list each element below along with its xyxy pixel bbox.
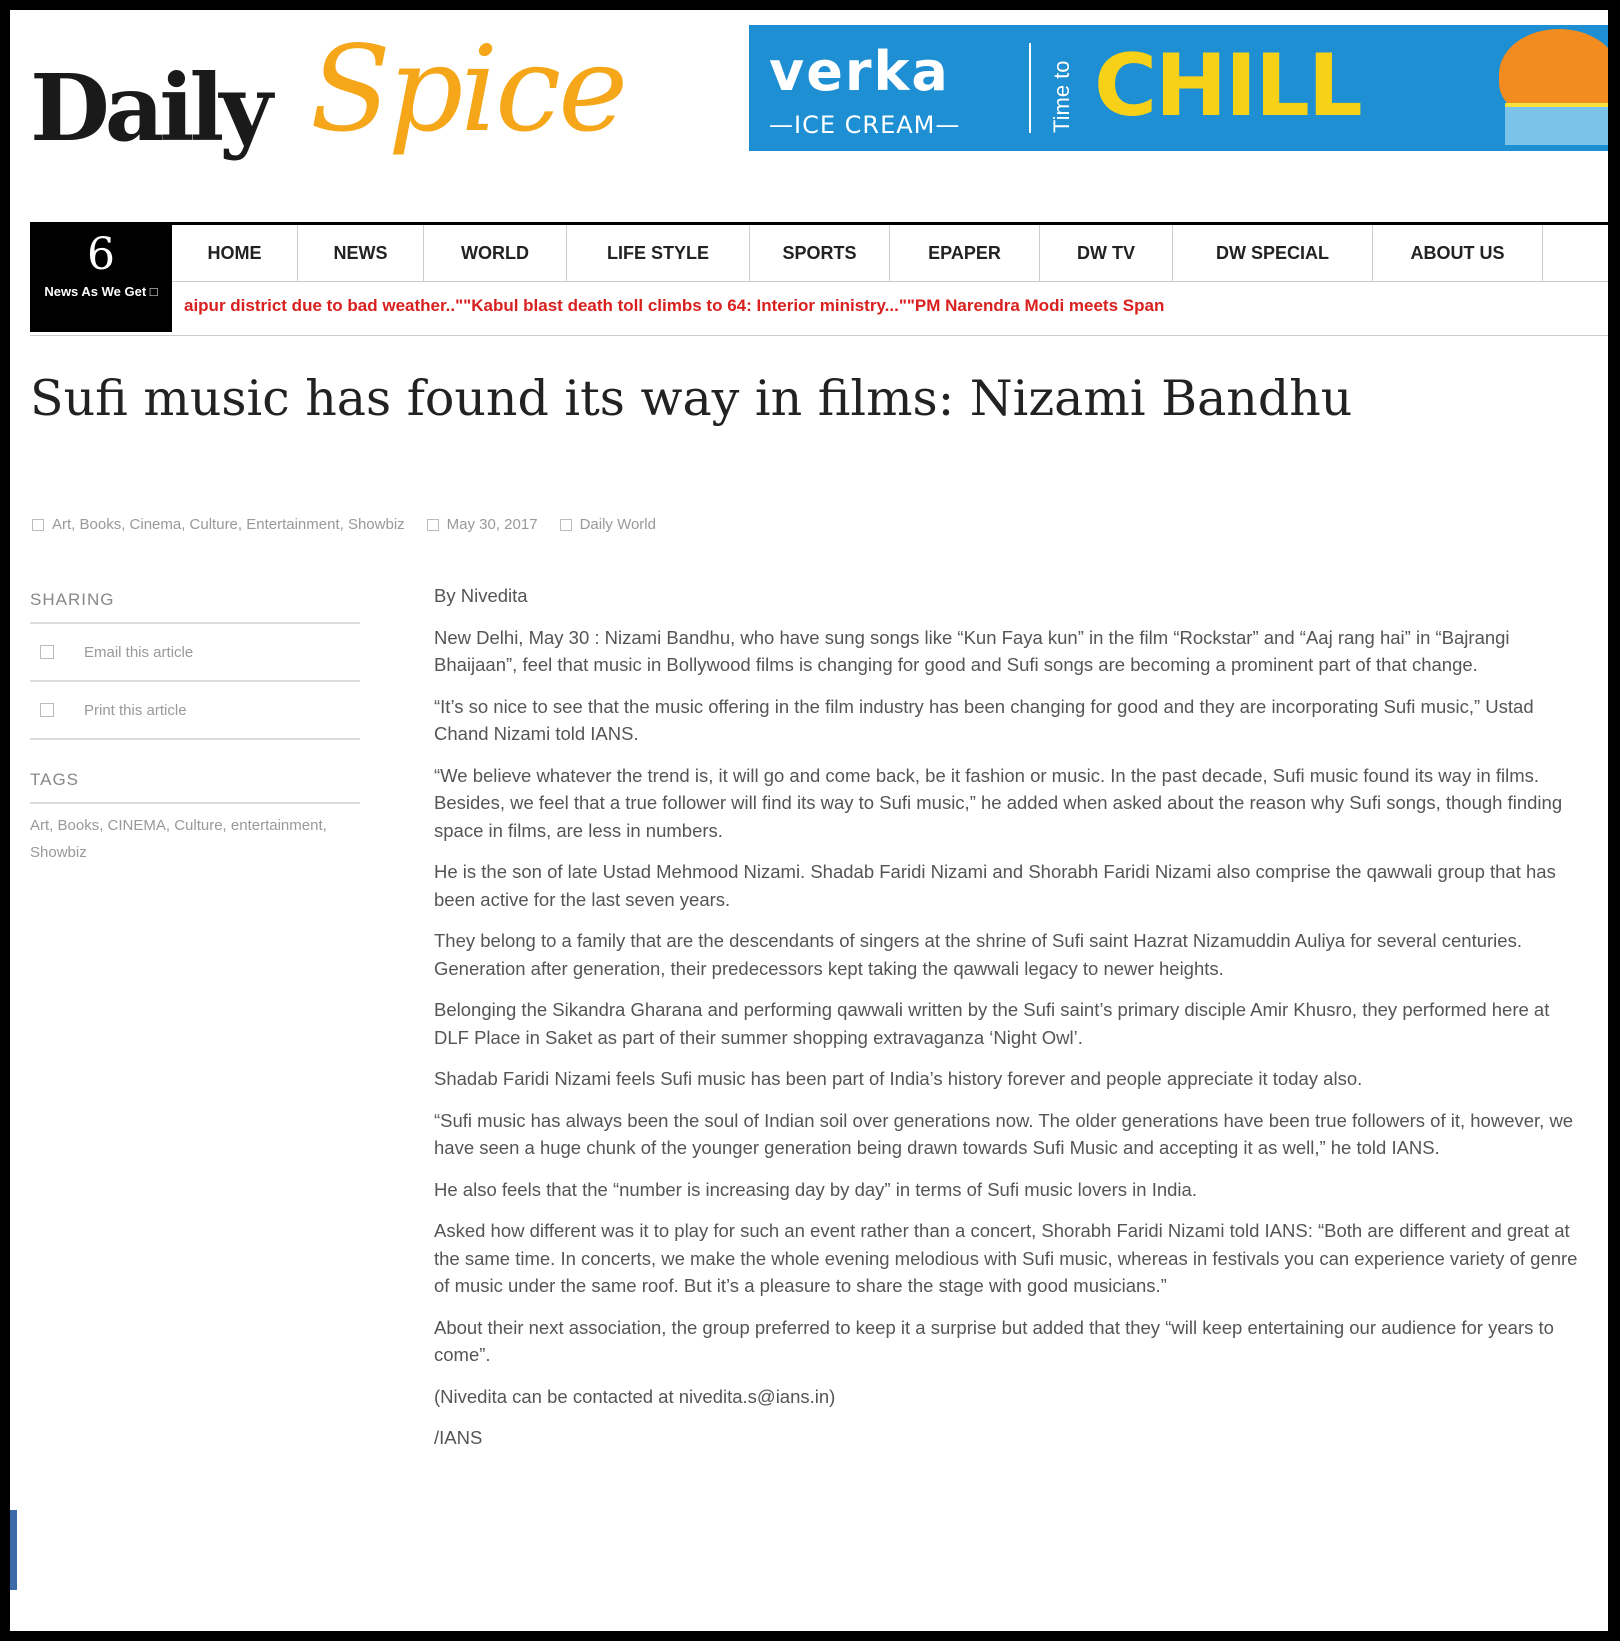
meta-categories[interactable]: Art, Books, Cinema, Culture, Entertainme… <box>32 516 405 533</box>
article-title: Sufi music has found its way in films: N… <box>30 370 1353 427</box>
tags-list[interactable]: Art, Books, CINEMA, Culture, entertainme… <box>30 804 360 866</box>
folder-icon <box>32 519 44 532</box>
email-article-label[interactable]: Email this article <box>84 644 193 661</box>
meta-date: May 30, 2017 <box>426 516 538 533</box>
article-paragraph: About their next association, the group … <box>434 1316 1554 1366</box>
article-body: By Nivedita New Delhi, May 30 : Nizami B… <box>434 582 1584 1466</box>
article-paragraph: He is the son of late Ustad Mehmood Niza… <box>434 861 1556 910</box>
article-paragraph: “It’s so nice to see that the music offe… <box>434 695 1534 745</box>
meta-author[interactable]: Daily World <box>559 516 656 533</box>
nav-home[interactable]: HOME <box>172 225 298 281</box>
article-paragraph: “We believe whatever the trend is, it wi… <box>434 764 1563 841</box>
badge-number: 6 <box>87 229 115 280</box>
email-icon <box>40 645 54 659</box>
ad-subtitle: —ICE CREAM— <box>769 111 961 139</box>
ticker-text[interactable]: aipur district due to bad weather..""Kab… <box>184 296 1164 316</box>
email-article-link[interactable]: Email this article <box>30 624 360 682</box>
article-meta: Art, Books, Cinema, Culture, Entertainme… <box>32 516 656 533</box>
news-badge: 6 News As We Get □ <box>30 225 172 332</box>
ad-tagline: Time to <box>1049 60 1074 133</box>
article-paragraph: Asked how different was it to play for s… <box>434 1220 1578 1296</box>
print-icon <box>40 703 54 717</box>
article-paragraph: Shadab Faridi Nizami feels Sufi music ha… <box>434 1068 1363 1089</box>
badge-label: News As We Get □ <box>44 284 158 299</box>
article-paragraph: He also feels that the “number is increa… <box>434 1178 1197 1200</box>
print-article-label[interactable]: Print this article <box>84 702 187 719</box>
ad-brand: verka <box>769 40 950 103</box>
nav-about-us[interactable]: ABOUT US <box>1373 225 1543 281</box>
logo-daily-text: Daily <box>30 54 273 162</box>
article-paragraph: Belonging the Sikandra Gharana and perfo… <box>434 999 1550 1048</box>
article-paragraph: “Sufi music has always been the soul of … <box>434 1109 1574 1159</box>
ad-pack-shape <box>1505 103 1608 145</box>
main-navigation: 6 News As We Get □ HOME NEWS WORLD LIFE … <box>30 222 1608 336</box>
article-paragraph: New Delhi, May 30 : Nizami Bandhu, who h… <box>434 626 1510 676</box>
author-text[interactable]: Daily World <box>580 516 656 533</box>
ad-divider <box>1029 43 1031 133</box>
print-article-link[interactable]: Print this article <box>30 682 360 740</box>
sidebar: SHARING Email this article Print this ar… <box>30 590 360 866</box>
nav-life-style[interactable]: LIFE STYLE <box>567 225 750 281</box>
nav-sports[interactable]: SPORTS <box>750 225 890 281</box>
nav-dw-special[interactable]: DW SPECIAL <box>1173 225 1373 281</box>
ad-headline: CHILL <box>1094 36 1363 136</box>
article-source: /IANS <box>434 1427 483 1448</box>
page: Daily Spice verka —ICE CREAM— Time to CH… <box>10 10 1608 1631</box>
article-byline: By Nivedita <box>434 585 528 606</box>
nav-news[interactable]: NEWS <box>298 225 424 281</box>
nav-dw-tv[interactable]: DW TV <box>1040 225 1173 281</box>
categories-text[interactable]: Art, Books, Cinema, Culture, Entertainme… <box>52 516 405 533</box>
nav-epaper[interactable]: EPAPER <box>890 225 1040 281</box>
calendar-icon <box>426 519 439 532</box>
sharing-heading: SHARING <box>30 590 360 624</box>
ad-banner[interactable]: verka —ICE CREAM— Time to CHILL <box>749 25 1608 151</box>
article-contact: (Nivedita can be contacted at nivedita.s… <box>434 1385 836 1407</box>
tags-heading: TAGS <box>30 770 360 804</box>
nav-world[interactable]: WORLD <box>424 225 567 281</box>
feedback-tab[interactable] <box>10 1510 17 1590</box>
user-icon <box>559 519 572 532</box>
date-text: May 30, 2017 <box>446 516 538 533</box>
news-ticker[interactable]: aipur district due to bad weather..""Kab… <box>172 282 1608 332</box>
nav-menu: HOME NEWS WORLD LIFE STYLE SPORTS EPAPER… <box>172 225 1608 282</box>
ad-product-image <box>1499 25 1608 151</box>
logo-spice-text: Spice <box>310 20 628 158</box>
site-logo[interactable]: Daily Spice <box>30 24 670 214</box>
article-paragraph: They belong to a family that are the des… <box>434 930 1522 979</box>
